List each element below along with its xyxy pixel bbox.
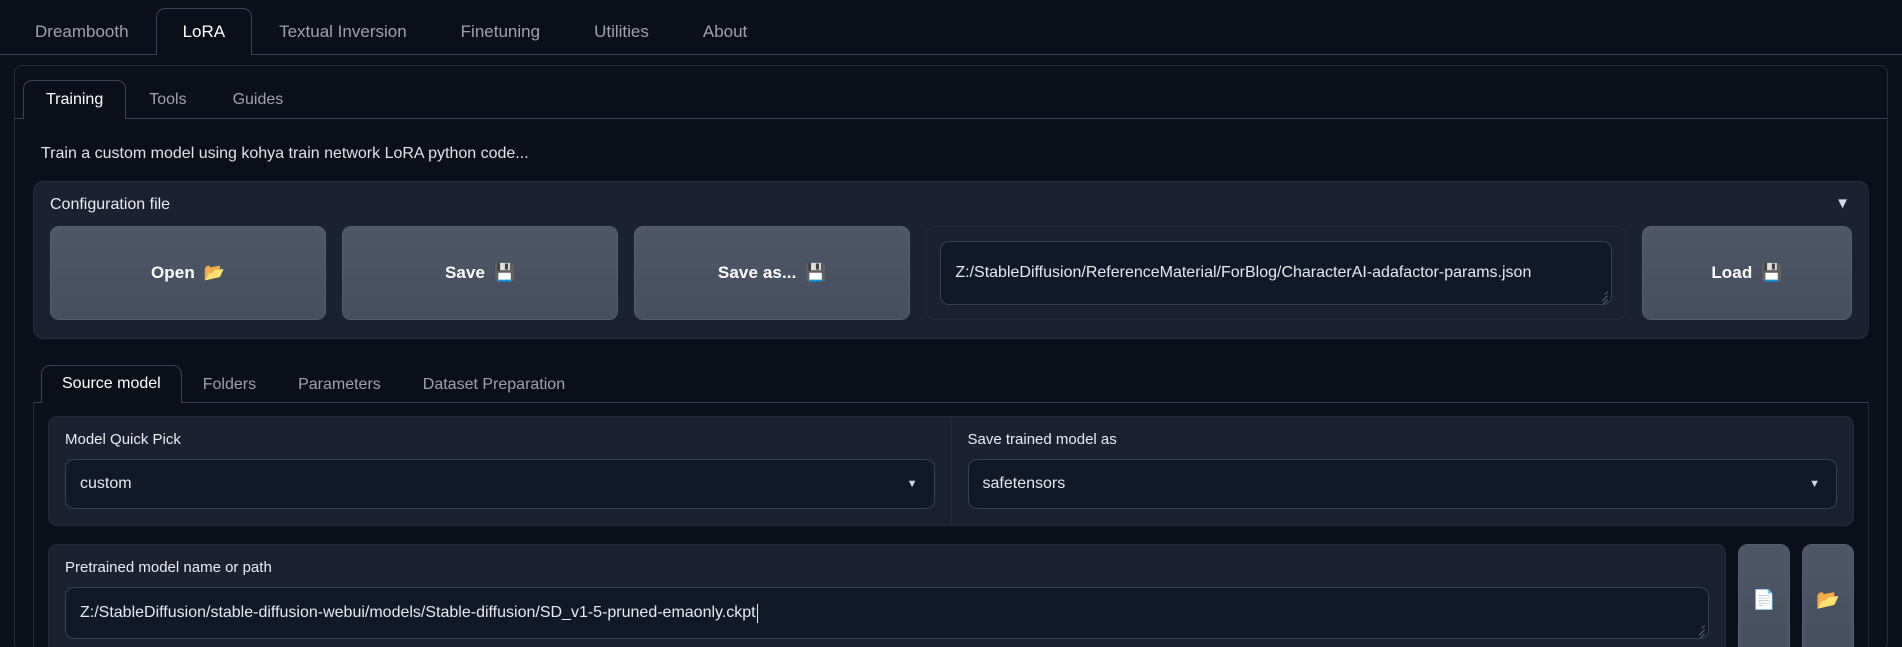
tab-lora[interactable]: LoRA — [155, 8, 253, 55]
chevron-down-icon[interactable]: ▼ — [1835, 196, 1850, 211]
tab-dataset-preparation[interactable]: Dataset Preparation — [402, 365, 586, 402]
load-config-button[interactable]: Load 💾 — [1641, 226, 1852, 320]
config-path-block: Z:/StableDiffusion/ReferenceMaterial/For… — [926, 226, 1626, 320]
model-quick-pick-label: Model Quick Pick — [65, 431, 181, 448]
training-description: Train a custom model using kohya train n… — [41, 145, 529, 162]
chevron-down-icon[interactable]: ▼ — [907, 478, 918, 490]
save-as-config-button-label: Save as... — [717, 263, 797, 282]
configuration-file-accordion: Configuration file ▼ Open 📂 Save 💾 Save … — [33, 181, 1869, 339]
save-trained-model-as-cell: Save trained model as safetensors ▼ — [950, 417, 1854, 525]
resize-grip-icon[interactable] — [1691, 622, 1705, 638]
pretrained-model-input[interactable]: Z:/StableDiffusion/stable-diffusion-webu… — [65, 587, 1709, 639]
save-trained-model-as-dropdown[interactable]: safetensors ▼ — [967, 459, 1837, 509]
pretrained-model-block: Pretrained model name or path Z:/StableD… — [48, 544, 1726, 647]
tab-utilities[interactable]: Utilities — [567, 8, 676, 54]
source-model-tab-bar: Source model Folders Parameters Dataset … — [33, 361, 1869, 403]
model-quick-pick-value: custom — [80, 475, 132, 492]
chevron-down-icon[interactable]: ▼ — [1809, 478, 1820, 490]
lora-tab-panel: Training Tools Guides Train a custom mod… — [14, 65, 1888, 647]
main-tab-bar: Dreambooth LoRA Textual Inversion Finetu… — [0, 0, 1902, 55]
tab-about[interactable]: About — [676, 8, 774, 54]
model-quick-pick-dropdown[interactable]: custom ▼ — [65, 459, 935, 509]
configuration-file-row: Open 📂 Save 💾 Save as... 💾 Z:/StableDiff… — [50, 226, 1852, 320]
pretrained-model-folder-button[interactable]: 📂 — [1802, 544, 1854, 647]
open-config-button-label: Open — [150, 263, 195, 282]
pretrained-model-label: Pretrained model name or path — [65, 559, 272, 576]
floppy-disk-icon: 💾 — [1761, 263, 1783, 282]
configuration-file-title: Configuration file — [50, 196, 171, 213]
tab-folders[interactable]: Folders — [182, 365, 277, 402]
text-cursor — [756, 603, 758, 623]
model-quick-pick-cell: Model Quick Pick custom ▼ — [49, 417, 951, 525]
tab-source-model[interactable]: Source model — [41, 365, 182, 403]
lora-sub-tab-bar: Training Tools Guides — [15, 75, 1887, 119]
tab-tools[interactable]: Tools — [126, 80, 209, 118]
load-config-wrapper: Load 💾 — [1641, 226, 1852, 320]
save-config-button[interactable]: Save 💾 — [342, 226, 619, 320]
tab-dreambooth[interactable]: Dreambooth — [8, 8, 156, 54]
model-selection-group: Model Quick Pick custom ▼ Save trained m… — [48, 416, 1854, 526]
tab-parameters[interactable]: Parameters — [277, 365, 402, 402]
save-trained-model-as-label: Save trained model as — [967, 431, 1117, 448]
pretrained-model-row: Pretrained model name or path Z:/StableD… — [48, 544, 1854, 647]
config-file-path-input[interactable]: Z:/StableDiffusion/ReferenceMaterial/For… — [940, 241, 1612, 305]
tab-finetuning[interactable]: Finetuning — [434, 8, 567, 54]
pretrained-model-file-button[interactable]: 📄 — [1738, 544, 1790, 647]
open-folder-icon: 📂 — [203, 263, 226, 282]
tab-textual-inversion[interactable]: Textual Inversion — [252, 8, 434, 54]
save-trained-model-as-value: safetensors — [982, 475, 1066, 492]
save-as-config-button[interactable]: Save as... 💾 — [634, 226, 911, 320]
pretrained-model-value: Z:/StableDiffusion/stable-diffusion-webu… — [80, 604, 756, 621]
tab-guides[interactable]: Guides — [210, 80, 307, 118]
load-config-button-label: Load — [1711, 263, 1753, 282]
source-model-panel: Model Quick Pick custom ▼ Save trained m… — [33, 402, 1869, 647]
open-folder-icon: 📂 — [1816, 590, 1840, 611]
open-config-button[interactable]: Open 📂 — [50, 226, 327, 320]
save-config-button-label: Save — [444, 263, 486, 282]
tab-training[interactable]: Training — [23, 80, 127, 119]
config-file-path-value: Z:/StableDiffusion/ReferenceMaterial/For… — [955, 264, 1532, 281]
training-tab-body: Train a custom model using kohya train n… — [15, 119, 1887, 647]
floppy-disk-icon: 💾 — [805, 263, 827, 282]
resize-grip-icon[interactable] — [1594, 288, 1608, 304]
floppy-disk-icon: 💾 — [494, 263, 516, 282]
document-icon: 📄 — [1752, 590, 1776, 611]
